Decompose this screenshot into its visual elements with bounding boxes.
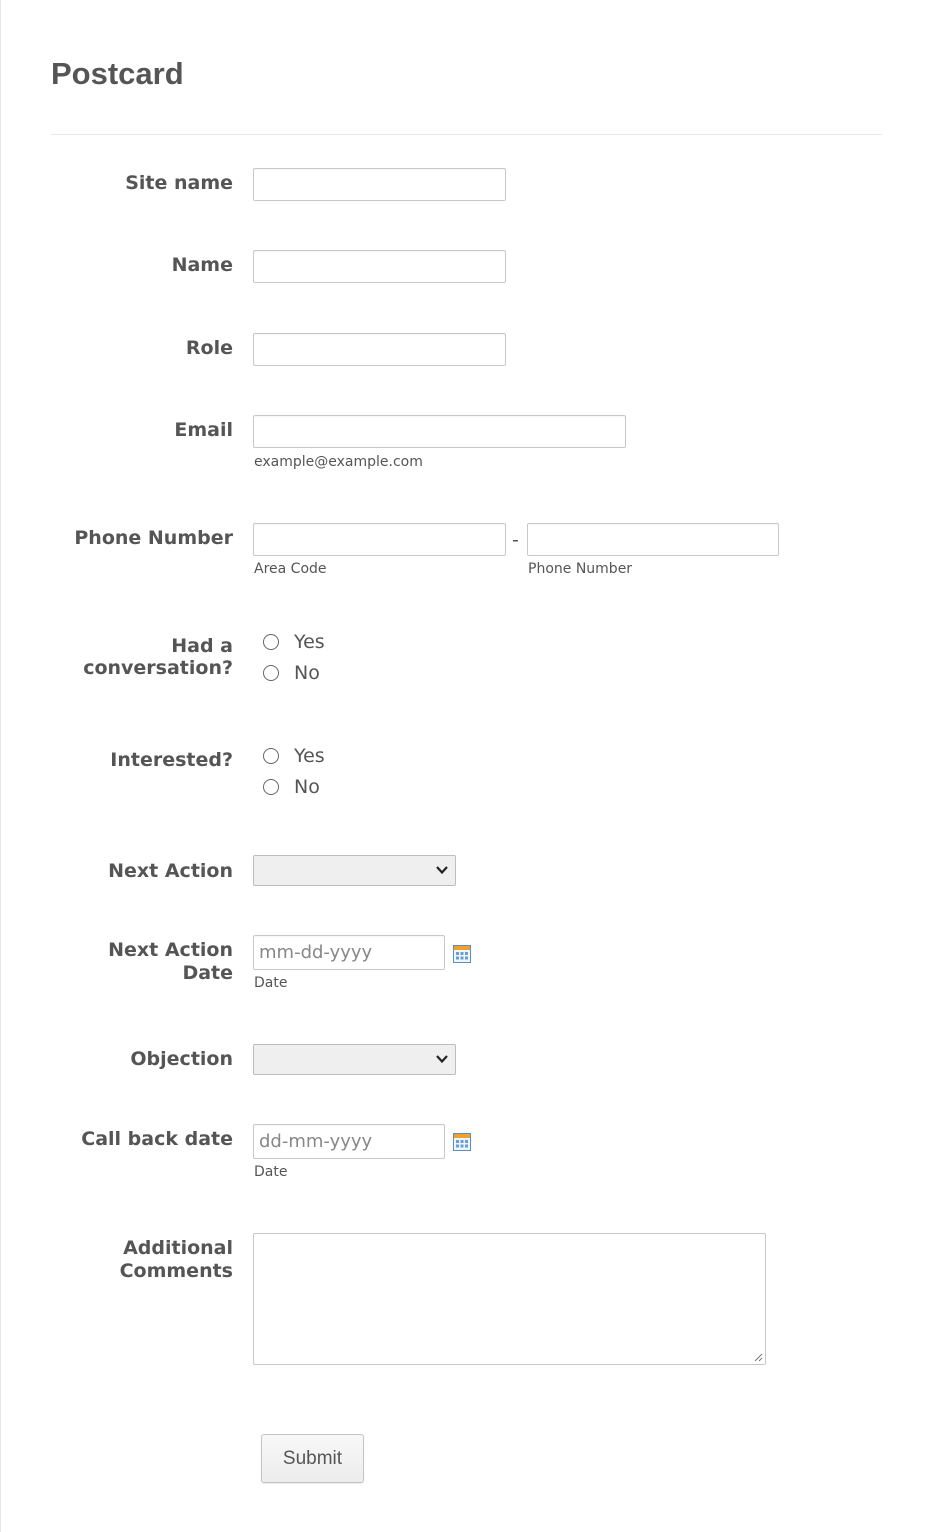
had-conversation-label-line2: conversation? — [83, 657, 233, 679]
next-action-date-input[interactable] — [253, 935, 445, 970]
interested-no-label[interactable]: No — [294, 776, 320, 798]
phone-separator: - — [512, 529, 519, 551]
email-label: Email — [174, 419, 233, 441]
interested-yes-label[interactable]: Yes — [294, 745, 325, 767]
had-conversation-yes-radio[interactable] — [263, 634, 279, 650]
phone-label: Phone Number — [74, 527, 233, 549]
interested-no-radio[interactable] — [263, 779, 279, 795]
role-input[interactable] — [253, 333, 506, 366]
area-code-input[interactable] — [253, 523, 506, 556]
next-action-date-sublabel: Date — [254, 975, 288, 991]
additional-comments-label-line1: Additional — [123, 1237, 233, 1259]
phone-number-input[interactable] — [527, 523, 779, 556]
calendar-icon[interactable] — [453, 945, 471, 963]
name-input[interactable] — [253, 250, 506, 283]
next-action-date-label-line2: Date — [182, 962, 233, 984]
interested-label: Interested? — [110, 749, 233, 771]
site-name-label: Site name — [125, 172, 233, 194]
call-back-date-input[interactable] — [253, 1124, 445, 1159]
next-action-label: Next Action — [108, 860, 233, 882]
objection-label: Objection — [130, 1048, 233, 1070]
had-conversation-no-label[interactable]: No — [294, 662, 320, 684]
area-code-sublabel: Area Code — [254, 561, 327, 577]
chevron-down-icon — [436, 1055, 448, 1064]
form-title: Postcard — [51, 56, 184, 91]
email-input[interactable] — [253, 415, 626, 448]
title-divider — [51, 134, 882, 135]
had-conversation-no-radio[interactable] — [263, 665, 279, 681]
additional-comments-label-line2: Comments — [119, 1260, 233, 1282]
next-action-date-label-line1: Next Action — [108, 939, 233, 961]
calendar-icon[interactable] — [453, 1133, 471, 1151]
had-conversation-label-line1: Had a — [171, 635, 233, 657]
call-back-date-label: Call back date — [81, 1128, 233, 1150]
had-conversation-yes-label[interactable]: Yes — [294, 631, 325, 653]
resize-grip-icon[interactable] — [753, 1352, 763, 1362]
interested-yes-radio[interactable] — [263, 748, 279, 764]
email-sublabel: example@example.com — [254, 454, 423, 470]
chevron-down-icon — [436, 866, 448, 875]
role-label: Role — [185, 337, 233, 359]
phone-number-sublabel: Phone Number — [528, 561, 633, 577]
objection-select[interactable] — [253, 1044, 456, 1075]
call-back-date-sublabel: Date — [254, 1164, 288, 1180]
next-action-select[interactable] — [253, 855, 456, 886]
site-name-input[interactable] — [253, 168, 506, 201]
submit-button[interactable]: Submit — [261, 1434, 364, 1483]
name-label: Name — [171, 254, 233, 276]
additional-comments-textarea[interactable] — [253, 1233, 766, 1365]
